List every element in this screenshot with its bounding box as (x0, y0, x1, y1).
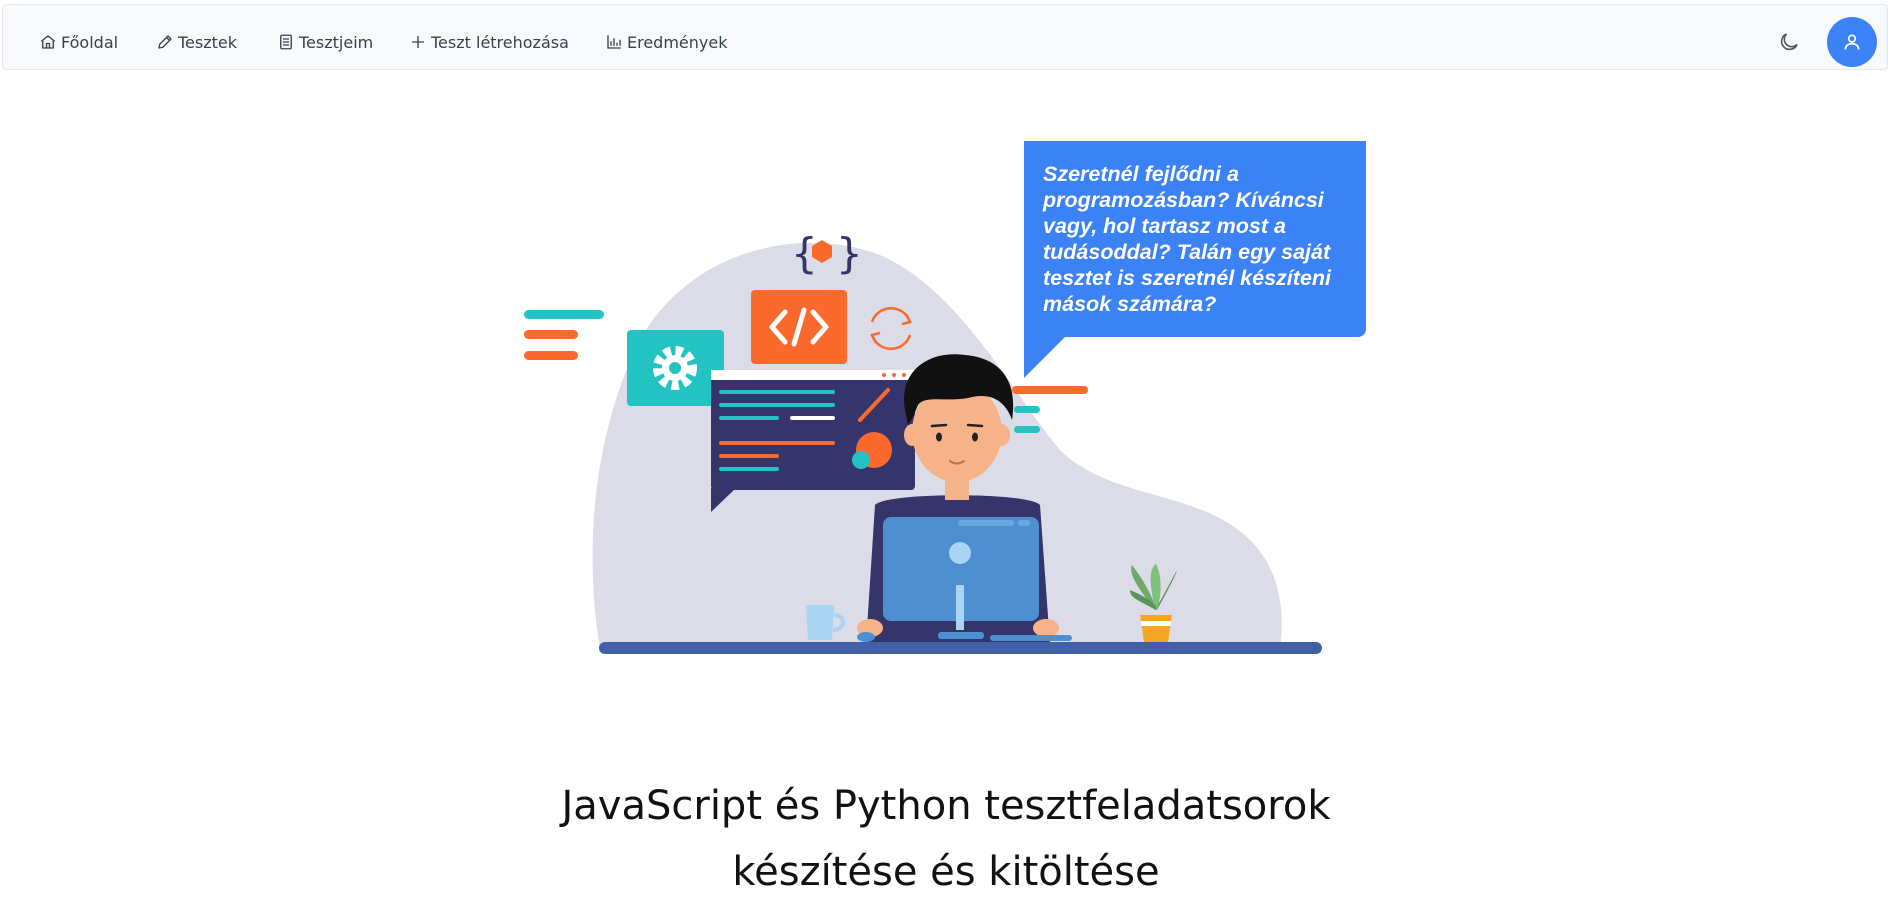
nav-item-create-test[interactable]: Teszt létrehozása (409, 28, 569, 56)
nav-item-results[interactable]: Eredmények (605, 28, 727, 56)
speech-bubble-text: Szeretnél fejlődni a programozásban? Kív… (1043, 162, 1331, 316)
desk-surface (599, 642, 1322, 654)
theme-toggle-button[interactable] (1777, 30, 1801, 54)
decor-stripe (524, 351, 578, 360)
page-title-line-1: JavaScript és Python tesztfeladatsorok (561, 783, 1331, 829)
speech-bubble-tail (1024, 336, 1066, 378)
nav-item-my-tests[interactable]: Tesztjeim (277, 28, 373, 56)
speech-bubble: Szeretnél fejlődni a programozásban? Kív… (1024, 141, 1366, 337)
nav-item-label: Eredmények (627, 32, 728, 52)
moon-icon (1780, 33, 1798, 51)
page-title: JavaScript és Python tesztfeladatsorok k… (446, 773, 1446, 905)
svg-text:}: } (836, 229, 863, 278)
gear-icon (627, 330, 724, 406)
decor-stripe (1014, 426, 1040, 433)
decor-stripe (524, 310, 604, 319)
nav-item-label: Tesztjeim (299, 32, 374, 52)
code-icon (751, 290, 847, 364)
user-avatar-button[interactable] (1827, 17, 1877, 67)
user-icon (1844, 34, 1860, 50)
hero-section: { } Szeretnél fejlődni a programozásban?… (0, 0, 1892, 908)
page-title-line-2: készítése és kitöltése (732, 849, 1160, 895)
nav-item-label: Főoldal (61, 32, 119, 52)
pencil-icon (158, 35, 172, 49)
home-icon (40, 35, 56, 49)
decor-stripe (524, 330, 578, 339)
nav-item-label: Teszt létrehozása (431, 32, 569, 52)
nav-item-home[interactable]: Főoldal (39, 28, 118, 56)
decor-stripe (1014, 406, 1040, 413)
nav-item-tests[interactable]: Tesztek (156, 28, 237, 56)
bar-chart-icon (607, 35, 621, 49)
document-icon (280, 34, 292, 50)
decor-stripe (1012, 386, 1088, 394)
plus-icon (412, 36, 424, 48)
mouse-icon (857, 632, 875, 642)
nav-item-label: Tesztek (178, 32, 238, 52)
navbar: Főoldal Tesztek Tesztjeim Teszt létrehoz… (2, 4, 1888, 70)
